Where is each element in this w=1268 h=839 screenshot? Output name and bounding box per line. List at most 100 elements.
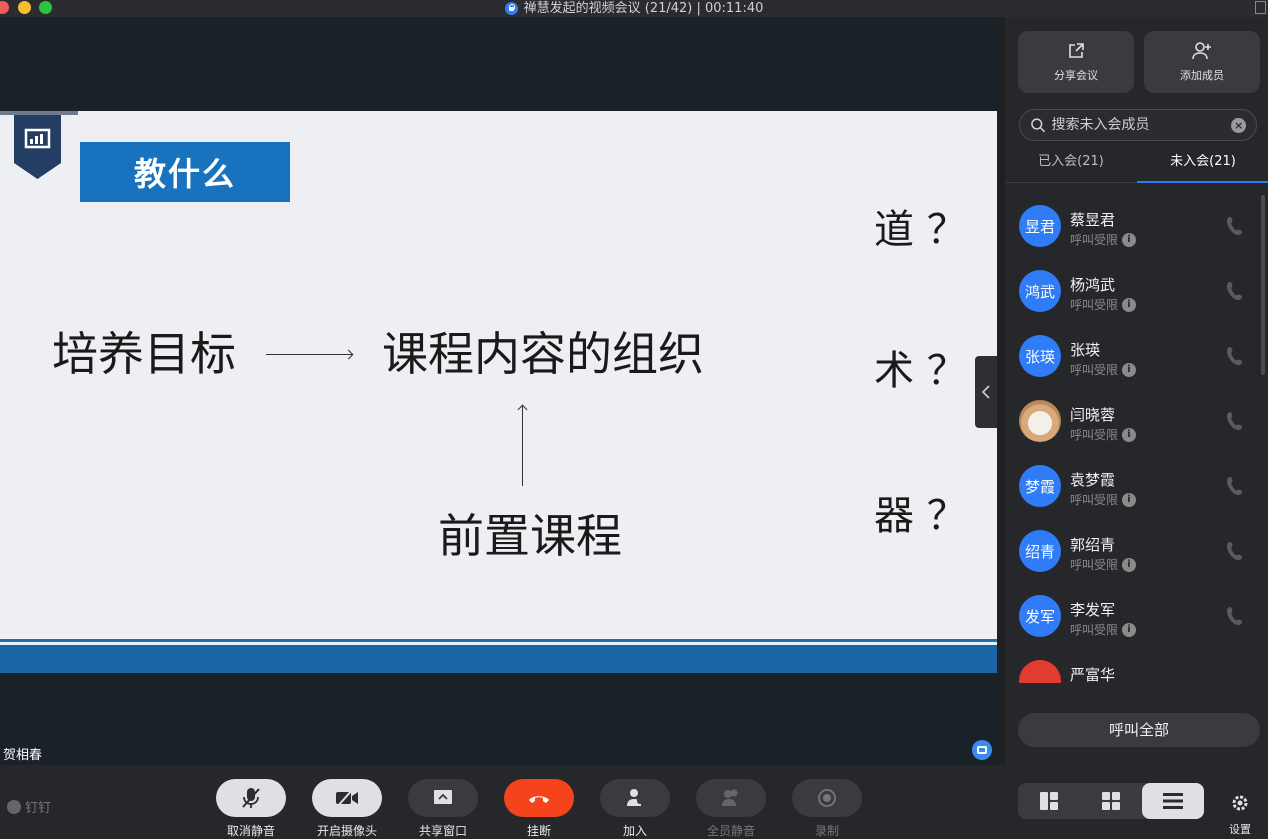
screen-share-icon [434,790,452,804]
window-title: 禅慧发起的视频会议 (21/42) | 00:11:40 [523,1,764,16]
settings-button[interactable] [1226,789,1254,817]
share-window-button[interactable]: 共享窗口 [398,779,488,839]
member-name: 蔡昱君 [1070,211,1116,229]
slide-question-qi: 器 ？ [874,493,967,539]
phone-icon[interactable] [1225,540,1245,562]
phone-icon[interactable] [1225,475,1245,497]
avatar: 绍青 [1019,530,1061,572]
member-status: 呼叫受限 i [1070,361,1137,378]
view-grid-button[interactable] [1080,783,1142,819]
participants-panel: 分享会议 添加成员 × 已入会(21) 未入会(21) 昱君 [1005,17,1268,765]
avatar: 昱君 [1019,205,1061,247]
member-tabs: 已入会(21) 未入会(21) [1005,147,1268,183]
avatar: 鸿武 [1019,270,1061,312]
tab-not-joined[interactable]: 未入会(21) [1137,147,1268,183]
info-icon[interactable]: i [1122,297,1137,312]
slide-text-goal: 培养目标 [52,327,236,381]
record-icon [818,789,836,807]
slide-text-prerequisite: 前置课程 [438,509,622,563]
grid-layout-icon [1102,792,1120,810]
arrow-up-icon [522,406,523,486]
member-status: 呼叫受限 i [1070,621,1137,638]
member-status-text: 呼叫受限 [1070,298,1119,312]
add-member-button[interactable]: 添加成员 [1144,31,1260,93]
start-camera-button[interactable]: 开启摄像头 [302,779,392,839]
info-icon[interactable]: i [1122,427,1137,442]
call-all-button[interactable]: 呼叫全部 [1018,713,1260,747]
tab-joined[interactable]: 已入会(21) [1005,147,1137,183]
hang-up-button[interactable]: 挂断 [494,779,584,839]
title-center: 禅慧发起的视频会议 (21/42) | 00:11:40 [0,0,1268,17]
share-meeting-label: 分享会议 [1054,69,1098,82]
slide-question-shu: 术 ？ [874,348,967,394]
phone-icon[interactable] [1225,215,1245,237]
mute-all-icon [722,789,738,806]
view-list-button[interactable] [1142,783,1204,819]
phone-icon[interactable] [1225,410,1245,432]
info-icon[interactable]: i [1122,622,1137,637]
avatar: 梦霞 [1019,465,1061,507]
list-item[interactable]: 严富华 [1005,650,1268,683]
avatar: 张瑛 [1019,335,1061,377]
member-status-text: 呼叫受限 [1070,558,1119,572]
phone-icon[interactable] [1225,345,1245,367]
phone-icon[interactable] [1225,605,1245,627]
camera-pill [312,779,382,817]
search-icon [1031,118,1046,133]
dingtalk-icon [7,799,21,814]
avatar: 发军 [1019,595,1061,637]
info-icon[interactable]: i [1122,492,1137,507]
unmute-button[interactable]: 取消静音 [206,779,296,839]
member-status: 呼叫受限 i [1070,426,1137,443]
collapse-panel-button[interactable] [975,356,997,428]
add-user-icon [1192,42,1211,60]
title-bar: 禅慧发起的视频会议 (21/42) | 00:11:40 [0,0,1268,17]
meeting-window: 禅慧发起的视频会议 (21/42) | 00:11:40 教什么 培养目标 课程… [0,0,1268,839]
list-item[interactable]: 绍青 郭绍青 呼叫受限 i [1005,520,1268,585]
member-name: 袁梦霞 [1070,471,1116,489]
member-search-input[interactable] [1051,117,1226,133]
info-icon[interactable]: i [1122,362,1137,377]
record-label: 录制 [814,824,839,838]
brand-name: 钉钉 [25,801,52,816]
slide-footer-band [0,645,997,673]
list-item[interactable]: 梦霞 袁梦霞 呼叫受限 i [1005,455,1268,520]
mute-all-button[interactable]: 全员静音 [686,779,776,839]
record-button[interactable]: 录制 [782,779,872,839]
list-item[interactable]: 张瑛 张瑛 呼叫受限 i [1005,325,1268,390]
share-meeting-button[interactable]: 分享会议 [1018,31,1134,93]
list-item[interactable]: 鸿武 杨鸿武 呼叫受限 i [1005,260,1268,325]
fullscreen-icon[interactable] [1255,1,1266,14]
share-icon [1069,43,1084,58]
member-status: 呼叫受限 i [1070,231,1137,248]
member-status: 呼叫受限 i [1070,491,1137,508]
list-item[interactable]: 发军 李发军 呼叫受限 i [1005,585,1268,650]
list-item[interactable]: 昱君 蔡昱君 呼叫受限 i [1005,195,1268,260]
gear-icon [1232,795,1248,811]
share-pill [408,779,478,817]
info-icon[interactable]: i [1122,232,1137,247]
member-name: 闫晓蓉 [1070,406,1116,424]
slide-question-dao: 道 ？ [874,207,967,253]
slide-footer-line [0,639,997,642]
hang-up-label: 挂断 [526,824,551,838]
clear-search-icon[interactable]: × [1231,117,1246,133]
member-status: 呼叫受限 i [1070,556,1137,573]
mute-all-label: 全员静音 [706,824,755,838]
list-item[interactable]: 闫晓蓉 呼叫受限 i [1005,390,1268,455]
arrow-right-icon [266,354,352,355]
join-label: 加入 [622,824,647,838]
slide-text-content-organization: 课程内容的组织 [382,327,704,381]
phone-icon[interactable] [1225,280,1245,302]
info-icon[interactable]: i [1122,557,1137,572]
screen-share-indicator-icon[interactable] [972,740,992,760]
speaker-name: 贺相春 [3,748,43,763]
list-layout-icon [1163,793,1183,809]
member-name: 杨鸿武 [1070,276,1116,294]
member-list-scrollbar[interactable] [1261,195,1265,375]
member-status-text: 呼叫受限 [1070,623,1119,637]
hangup-pill [504,779,574,817]
view-speaker-button[interactable] [1018,783,1080,819]
chevron-left-icon [981,385,990,399]
join-button[interactable]: 加入 [590,779,680,839]
